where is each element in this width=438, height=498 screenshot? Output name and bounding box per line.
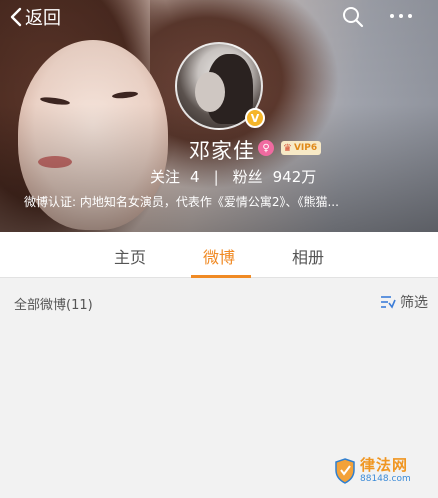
watermark-sub: 88148.com	[360, 474, 411, 484]
profile-tabs: 主页 微博 相册	[0, 232, 438, 278]
following-count: 4	[190, 168, 200, 186]
more-dots-icon	[408, 14, 412, 18]
tab-home[interactable]: 主页	[114, 244, 146, 268]
stats-separator: |	[213, 167, 219, 186]
verification-text: 微博认证: 内地知名女演员，代表作《爱情公寓2》、《熊猫...	[24, 195, 339, 209]
top-bar: 返回	[0, 0, 438, 34]
profile-name: 邓家佳	[189, 139, 255, 163]
filter-label: 筛选	[400, 295, 428, 311]
all-weibo-label: 全部微博(11)	[14, 298, 93, 313]
active-tab-indicator	[191, 275, 251, 278]
more-dots-icon	[399, 14, 403, 18]
search-icon	[343, 7, 364, 28]
followers-link[interactable]: 粉丝 942万	[233, 166, 317, 187]
feed-filter-bar: 全部微博(11) 筛选	[0, 279, 438, 325]
name-row: 邓家佳 ♀ ♛ VIP6	[0, 135, 438, 163]
watermark-text: 律法网 88148.com	[360, 458, 411, 484]
vip-label: VIP6	[293, 143, 318, 153]
followers-count: 942万	[272, 168, 317, 186]
avatar-face	[195, 72, 225, 112]
profile-cover: 返回 V 邓家佳 ♀ ♛ VIP6 关注 4 | 粉丝 942万 微博认证: 内…	[0, 0, 438, 232]
tab-weibo[interactable]: 微博	[203, 244, 235, 268]
vip-badge[interactable]: ♛ VIP6	[281, 141, 322, 155]
profile-stats: 关注 4 | 粉丝 942万	[150, 166, 316, 187]
following-link[interactable]: 关注 4	[150, 166, 200, 187]
filter-icon	[381, 296, 396, 309]
female-icon: ♀	[258, 140, 274, 156]
shield-logo-icon	[335, 458, 355, 484]
following-label: 关注	[150, 168, 181, 186]
chevron-left-icon	[10, 7, 22, 27]
followers-label: 粉丝	[232, 168, 263, 186]
filter-button[interactable]: 筛选	[380, 292, 428, 312]
crown-icon: ♛	[283, 142, 292, 154]
watermark-title: 律法网	[360, 456, 409, 474]
back-label: 返回	[25, 8, 61, 29]
back-button[interactable]: 返回	[10, 4, 61, 30]
search-button[interactable]	[342, 6, 364, 32]
more-dots-icon	[390, 14, 394, 18]
watermark: 律法网 88148.com	[334, 458, 411, 484]
tab-album[interactable]: 相册	[292, 244, 324, 268]
more-button[interactable]	[390, 6, 412, 26]
verified-badge: V	[245, 108, 265, 128]
